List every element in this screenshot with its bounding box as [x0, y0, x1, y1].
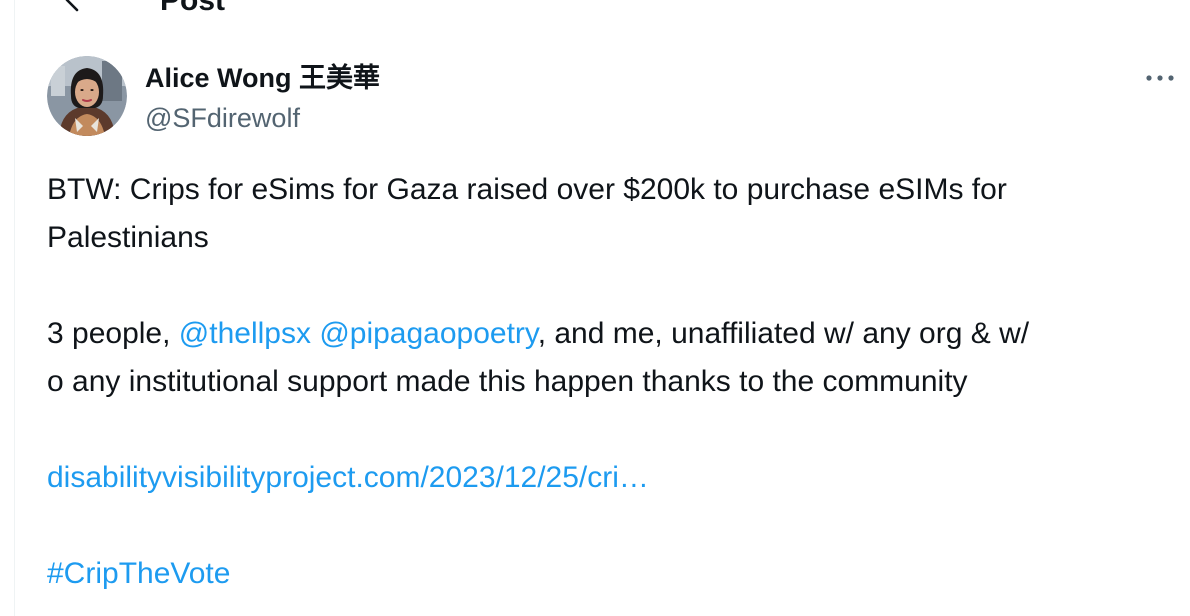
arrow-left-icon: [65, 0, 79, 12]
avatar[interactable]: [47, 56, 127, 136]
back-button[interactable]: [59, 0, 87, 14]
avatar-photo: [47, 56, 127, 136]
author-display-name[interactable]: Alice Wong 王美華: [145, 62, 380, 94]
post-text-line: disabilityvisibilityproject.com/2023/12/…: [47, 454, 1182, 502]
column-divider: [14, 0, 15, 616]
post-detail-view: Post Alice Wong 王美華 @SFdirewolf BTW: Cri…: [0, 0, 1190, 616]
mention-link-pipagaopoetry[interactable]: @pipagaopoetry: [319, 317, 537, 350]
post-text-line: #CripTheVote: [47, 550, 1182, 598]
author-handle[interactable]: @SFdirewolf: [145, 102, 300, 134]
external-link[interactable]: disabilityvisibilityproject.com/2023/12/…: [47, 461, 649, 494]
post-text: BTW: Crips for eSims for Gaza raised ove…: [47, 166, 1182, 598]
post-text-line: 3 people, @thellpsx @pipagaopoetry, and …: [47, 310, 1182, 358]
hashtag-link[interactable]: #CripTheVote: [47, 557, 230, 590]
post-text-line: BTW: Crips for eSims for Gaza raised ove…: [47, 173, 1007, 206]
more-horizontal-icon: [1146, 75, 1174, 81]
more-options-button[interactable]: [1140, 62, 1180, 92]
post-text-segment: 3 people,: [47, 317, 179, 350]
page-title: Post: [160, 0, 226, 17]
post-text-line: Palestinians: [47, 221, 209, 254]
post-text-line: o any institutional support made this ha…: [47, 365, 968, 398]
post-text-segment: , and me, unaffiliated w/ any org & w/: [537, 317, 1030, 350]
post-header: Post: [15, 0, 1190, 20]
mention-link-thellpsx[interactable]: @thellpsx: [179, 317, 311, 350]
